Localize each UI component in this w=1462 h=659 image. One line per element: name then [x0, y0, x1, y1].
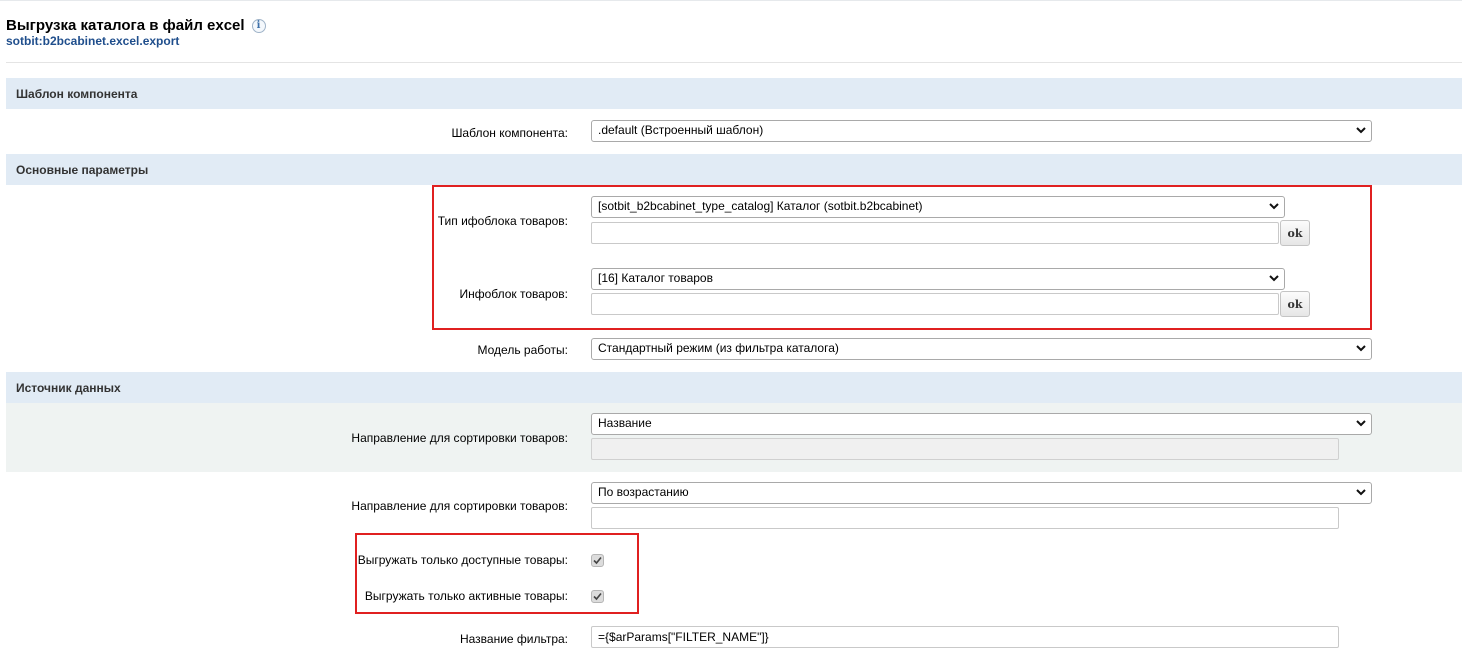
sort-field-label: Направление для сортировки товаров:: [351, 431, 568, 445]
work-model-select[interactable]: Стандартный режим (из фильтра каталога): [591, 338, 1372, 360]
section-data-source: Источник данных: [6, 372, 1462, 403]
sort-order-select[interactable]: По возрастанию: [591, 482, 1372, 504]
section-main-params: Основные параметры: [6, 154, 1462, 185]
filter-name-input[interactable]: ={$arParams["FILTER_NAME"]}: [591, 626, 1339, 648]
sort-order-custom-input[interactable]: [591, 507, 1339, 529]
section-component-template: Шаблон компонента: [6, 78, 1462, 109]
component-template-value: .default (Встроенный шаблон): [598, 123, 764, 137]
highlight-box-iblock: [432, 185, 1372, 330]
top-rule: [0, 0, 1462, 1]
highlight-box-checkboxes: [355, 533, 639, 614]
chevron-down-icon: [1356, 345, 1366, 352]
work-model-value: Стандартный режим (из фильтра каталога): [598, 341, 839, 355]
sort-field-select[interactable]: Название: [591, 413, 1372, 435]
chevron-down-icon: [1356, 127, 1366, 134]
chevron-down-icon: [1356, 420, 1366, 427]
component-code: sotbit:b2bcabinet.excel.export: [6, 34, 180, 48]
filter-name-label: Название фильтра:: [459, 632, 568, 646]
component-header: Выгрузка каталога в файл excel i sotbit:…: [6, 17, 266, 48]
info-icon[interactable]: i: [251, 18, 266, 33]
component-template-label: Шаблон компонента:: [451, 126, 568, 140]
sort-order-label: Направление для сортировки товаров:: [351, 499, 568, 513]
work-model-label: Модель работы:: [477, 343, 569, 357]
page-title-text: Выгрузка каталога в файл excel: [6, 17, 245, 34]
sort-field-custom-input[interactable]: [591, 438, 1339, 460]
chevron-down-icon: [1356, 489, 1366, 496]
component-template-select[interactable]: .default (Встроенный шаблон): [591, 120, 1372, 142]
page-title: Выгрузка каталога в файл excel i: [6, 17, 266, 34]
sort-field-value: Название: [598, 416, 652, 430]
header-divider: [6, 62, 1462, 63]
sort-order-value: По возрастанию: [598, 485, 689, 499]
